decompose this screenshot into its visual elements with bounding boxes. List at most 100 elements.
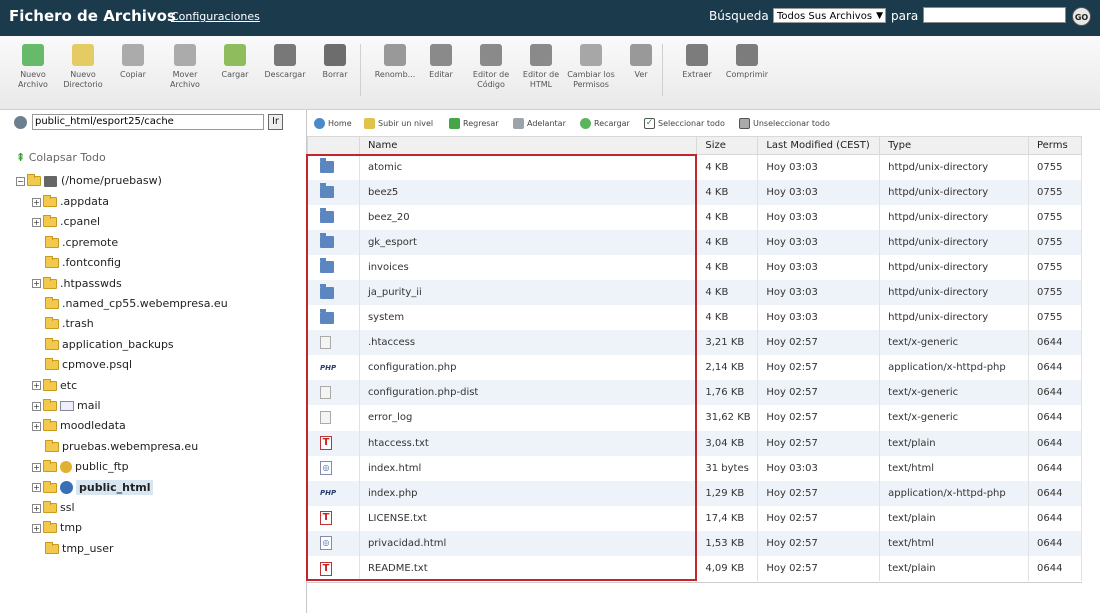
toolbar-button-extract[interactable]: Extraer bbox=[670, 44, 724, 80]
expand-toggle-icon[interactable]: + bbox=[32, 279, 41, 289]
toolbar-button-upload[interactable]: Cargar bbox=[208, 44, 262, 80]
table-row[interactable]: gk_esport 4 KB Hoy 03:03 httpd/unix-directo… bbox=[307, 229, 1083, 255]
file-name[interactable]: beez5 bbox=[358, 179, 698, 205]
file-perms[interactable]: 0755 bbox=[1027, 305, 1083, 331]
toolbar-button-permissions[interactable]: Cambiar los Permisos bbox=[564, 44, 618, 90]
file-name[interactable]: .htaccess bbox=[358, 330, 698, 356]
ir-button[interactable]: Ir bbox=[268, 114, 283, 130]
toolbar-button-code-editor[interactable]: Editor de Código bbox=[464, 44, 518, 90]
file-name[interactable]: ja_purity_ii bbox=[358, 279, 698, 306]
file-perms[interactable]: 0644 bbox=[1027, 505, 1083, 531]
forward-button[interactable]: Adelantar bbox=[513, 118, 566, 129]
collapse-toggle-icon[interactable]: − bbox=[16, 176, 25, 186]
back-button[interactable]: Regresar bbox=[449, 118, 499, 129]
table-row[interactable]: T LICENSE.txt 17,4 KB Hoy 02:57 text/plain 06… bbox=[307, 505, 1083, 531]
expand-toggle-icon[interactable]: + bbox=[32, 483, 41, 493]
header-modified[interactable]: Last Modified (CEST) bbox=[757, 136, 881, 155]
table-row[interactable]: .htaccess 3,21 KB Hoy 02:57 text/x-generic 0… bbox=[307, 330, 1083, 356]
tree-item[interactable]: tmp_user bbox=[32, 540, 114, 558]
table-row[interactable]: atomic 4 KB Hoy 03:03 httpd/unix-directory 0… bbox=[307, 154, 1083, 180]
path-input[interactable]: public_html/esport25/cache bbox=[32, 114, 264, 130]
toolbar-button-move[interactable]: Mover Archivo bbox=[158, 44, 212, 90]
table-row[interactable]: ◎ index.html 31 bytes Hoy 03:03 text/html 064… bbox=[307, 455, 1083, 481]
tree-item[interactable]: .fontconfig bbox=[32, 254, 121, 272]
file-name[interactable]: beez_20 bbox=[358, 204, 698, 230]
table-row[interactable]: error_log 31,62 KB Hoy 02:57 text/x-generic… bbox=[307, 405, 1083, 431]
file-perms[interactable]: 0644 bbox=[1027, 455, 1083, 481]
table-row[interactable]: PHP index.php 1,29 KB Hoy 02:57 application/… bbox=[307, 480, 1083, 506]
table-row[interactable]: configuration.php-dist 1,76 KB Hoy 02:57 te… bbox=[307, 380, 1083, 406]
table-row[interactable]: PHP configuration.php 2,14 KB Hoy 02:57 appl… bbox=[307, 355, 1083, 381]
table-row[interactable]: ja_purity_ii 4 KB Hoy 03:03 httpd/unix-dire… bbox=[307, 279, 1083, 306]
tree-item[interactable]: + moodledata bbox=[32, 417, 126, 435]
file-perms[interactable]: 0644 bbox=[1027, 430, 1083, 456]
table-row[interactable]: Thtaccess.txt 3,04 KB Hoy 02:57 text/plain 0… bbox=[307, 430, 1083, 456]
file-perms[interactable]: 0755 bbox=[1027, 204, 1083, 230]
file-perms[interactable]: 0644 bbox=[1027, 530, 1083, 556]
tree-item[interactable]: + .htpasswds bbox=[32, 275, 122, 293]
go-button[interactable]: GO bbox=[1072, 7, 1091, 26]
reload-button[interactable]: Recargar bbox=[580, 118, 630, 129]
file-name[interactable]: privacidad.html bbox=[358, 530, 698, 556]
table-row[interactable]: system 4 KB Hoy 03:03 httpd/unix-directory 0… bbox=[307, 305, 1083, 331]
header-name[interactable]: Name bbox=[358, 136, 698, 155]
file-perms[interactable]: 0755 bbox=[1027, 179, 1083, 205]
expand-toggle-icon[interactable]: + bbox=[32, 217, 41, 227]
file-perms[interactable]: 0755 bbox=[1027, 229, 1083, 255]
tree-item[interactable]: + tmp bbox=[32, 519, 82, 537]
toolbar-button-new-folder[interactable]: Nuevo Directorio bbox=[56, 44, 110, 90]
toolbar-button-download[interactable]: Descargar bbox=[258, 44, 312, 80]
file-name[interactable]: error_log bbox=[358, 405, 698, 431]
file-perms[interactable]: 0644 bbox=[1027, 355, 1083, 381]
toolbar-button-new-file[interactable]: Nuevo Archivo bbox=[6, 44, 60, 90]
toolbar-button-view[interactable]: Ver bbox=[614, 44, 668, 80]
file-name[interactable]: system bbox=[358, 305, 698, 331]
header-size[interactable]: Size bbox=[696, 136, 759, 155]
file-perms[interactable]: 0755 bbox=[1027, 254, 1083, 280]
tree-item[interactable]: + mail bbox=[32, 397, 101, 415]
file-name[interactable]: atomic bbox=[358, 154, 698, 180]
file-perms[interactable]: 0644 bbox=[1027, 405, 1083, 431]
tree-item[interactable]: + public_html bbox=[32, 479, 154, 497]
select-all-button[interactable]: ✓ Seleccionar todo bbox=[644, 118, 725, 129]
table-row[interactable]: beez_20 4 KB Hoy 03:03 httpd/unix-directory… bbox=[307, 204, 1083, 230]
file-name[interactable]: index.php bbox=[358, 480, 698, 506]
file-name[interactable]: gk_esport bbox=[358, 229, 698, 255]
toolbar-button-html-editor[interactable]: Editor de HTML bbox=[514, 44, 568, 90]
table-row[interactable]: ◎ privacidad.html 1,53 KB Hoy 02:57 text/htm… bbox=[307, 530, 1083, 556]
configuraciones-link[interactable]: Configuraciones bbox=[171, 10, 260, 23]
file-name[interactable]: configuration.php-dist bbox=[358, 380, 698, 406]
toolbar-button-copy[interactable]: Copiar bbox=[106, 44, 160, 80]
search-scope-select[interactable]: Todos Sus Archivos ▼ bbox=[773, 8, 886, 23]
expand-toggle-icon[interactable]: + bbox=[32, 523, 41, 533]
tree-item[interactable]: + public_ftp bbox=[32, 458, 129, 476]
home-button[interactable]: Home bbox=[314, 118, 352, 129]
tree-root[interactable]: − (/home/pruebasw) bbox=[16, 172, 162, 190]
header-perms[interactable]: Perms bbox=[1027, 136, 1083, 155]
file-perms[interactable]: 0644 bbox=[1027, 480, 1083, 506]
tree-item[interactable]: .trash bbox=[32, 315, 94, 333]
file-name[interactable]: LICENSE.txt bbox=[358, 505, 698, 531]
expand-toggle-icon[interactable]: + bbox=[32, 197, 41, 207]
file-name[interactable]: htaccess.txt bbox=[358, 430, 698, 456]
file-perms[interactable]: 0644 bbox=[1027, 556, 1083, 582]
file-perms[interactable]: 0755 bbox=[1027, 154, 1083, 180]
toolbar-button-delete[interactable]: Borrar bbox=[308, 44, 362, 80]
expand-toggle-icon[interactable]: + bbox=[32, 462, 41, 472]
unselect-all-button[interactable]: Unseleccionar todo bbox=[739, 118, 830, 129]
file-name[interactable]: invoices bbox=[358, 254, 698, 280]
header-type[interactable]: Type bbox=[879, 136, 1029, 155]
expand-toggle-icon[interactable]: + bbox=[32, 381, 41, 391]
file-perms[interactable]: 0644 bbox=[1027, 380, 1083, 406]
tree-item[interactable]: cpmove.psql bbox=[32, 356, 132, 374]
table-row[interactable]: T README.txt 4,09 KB Hoy 02:57 text/plain 064… bbox=[307, 556, 1083, 582]
file-perms[interactable]: 0644 bbox=[1027, 330, 1083, 356]
tree-item[interactable]: + .cpanel bbox=[32, 213, 100, 231]
file-name[interactable]: index.html bbox=[358, 455, 698, 481]
table-row[interactable]: beez5 4 KB Hoy 03:03 httpd/unix-directory 07… bbox=[307, 179, 1083, 205]
tree-item[interactable]: + .appdata bbox=[32, 193, 109, 211]
toolbar-button-compress[interactable]: Comprimir bbox=[720, 44, 774, 80]
tree-item[interactable]: + ssl bbox=[32, 499, 75, 517]
file-name[interactable]: README.txt bbox=[358, 556, 698, 582]
expand-toggle-icon[interactable]: + bbox=[32, 421, 41, 431]
